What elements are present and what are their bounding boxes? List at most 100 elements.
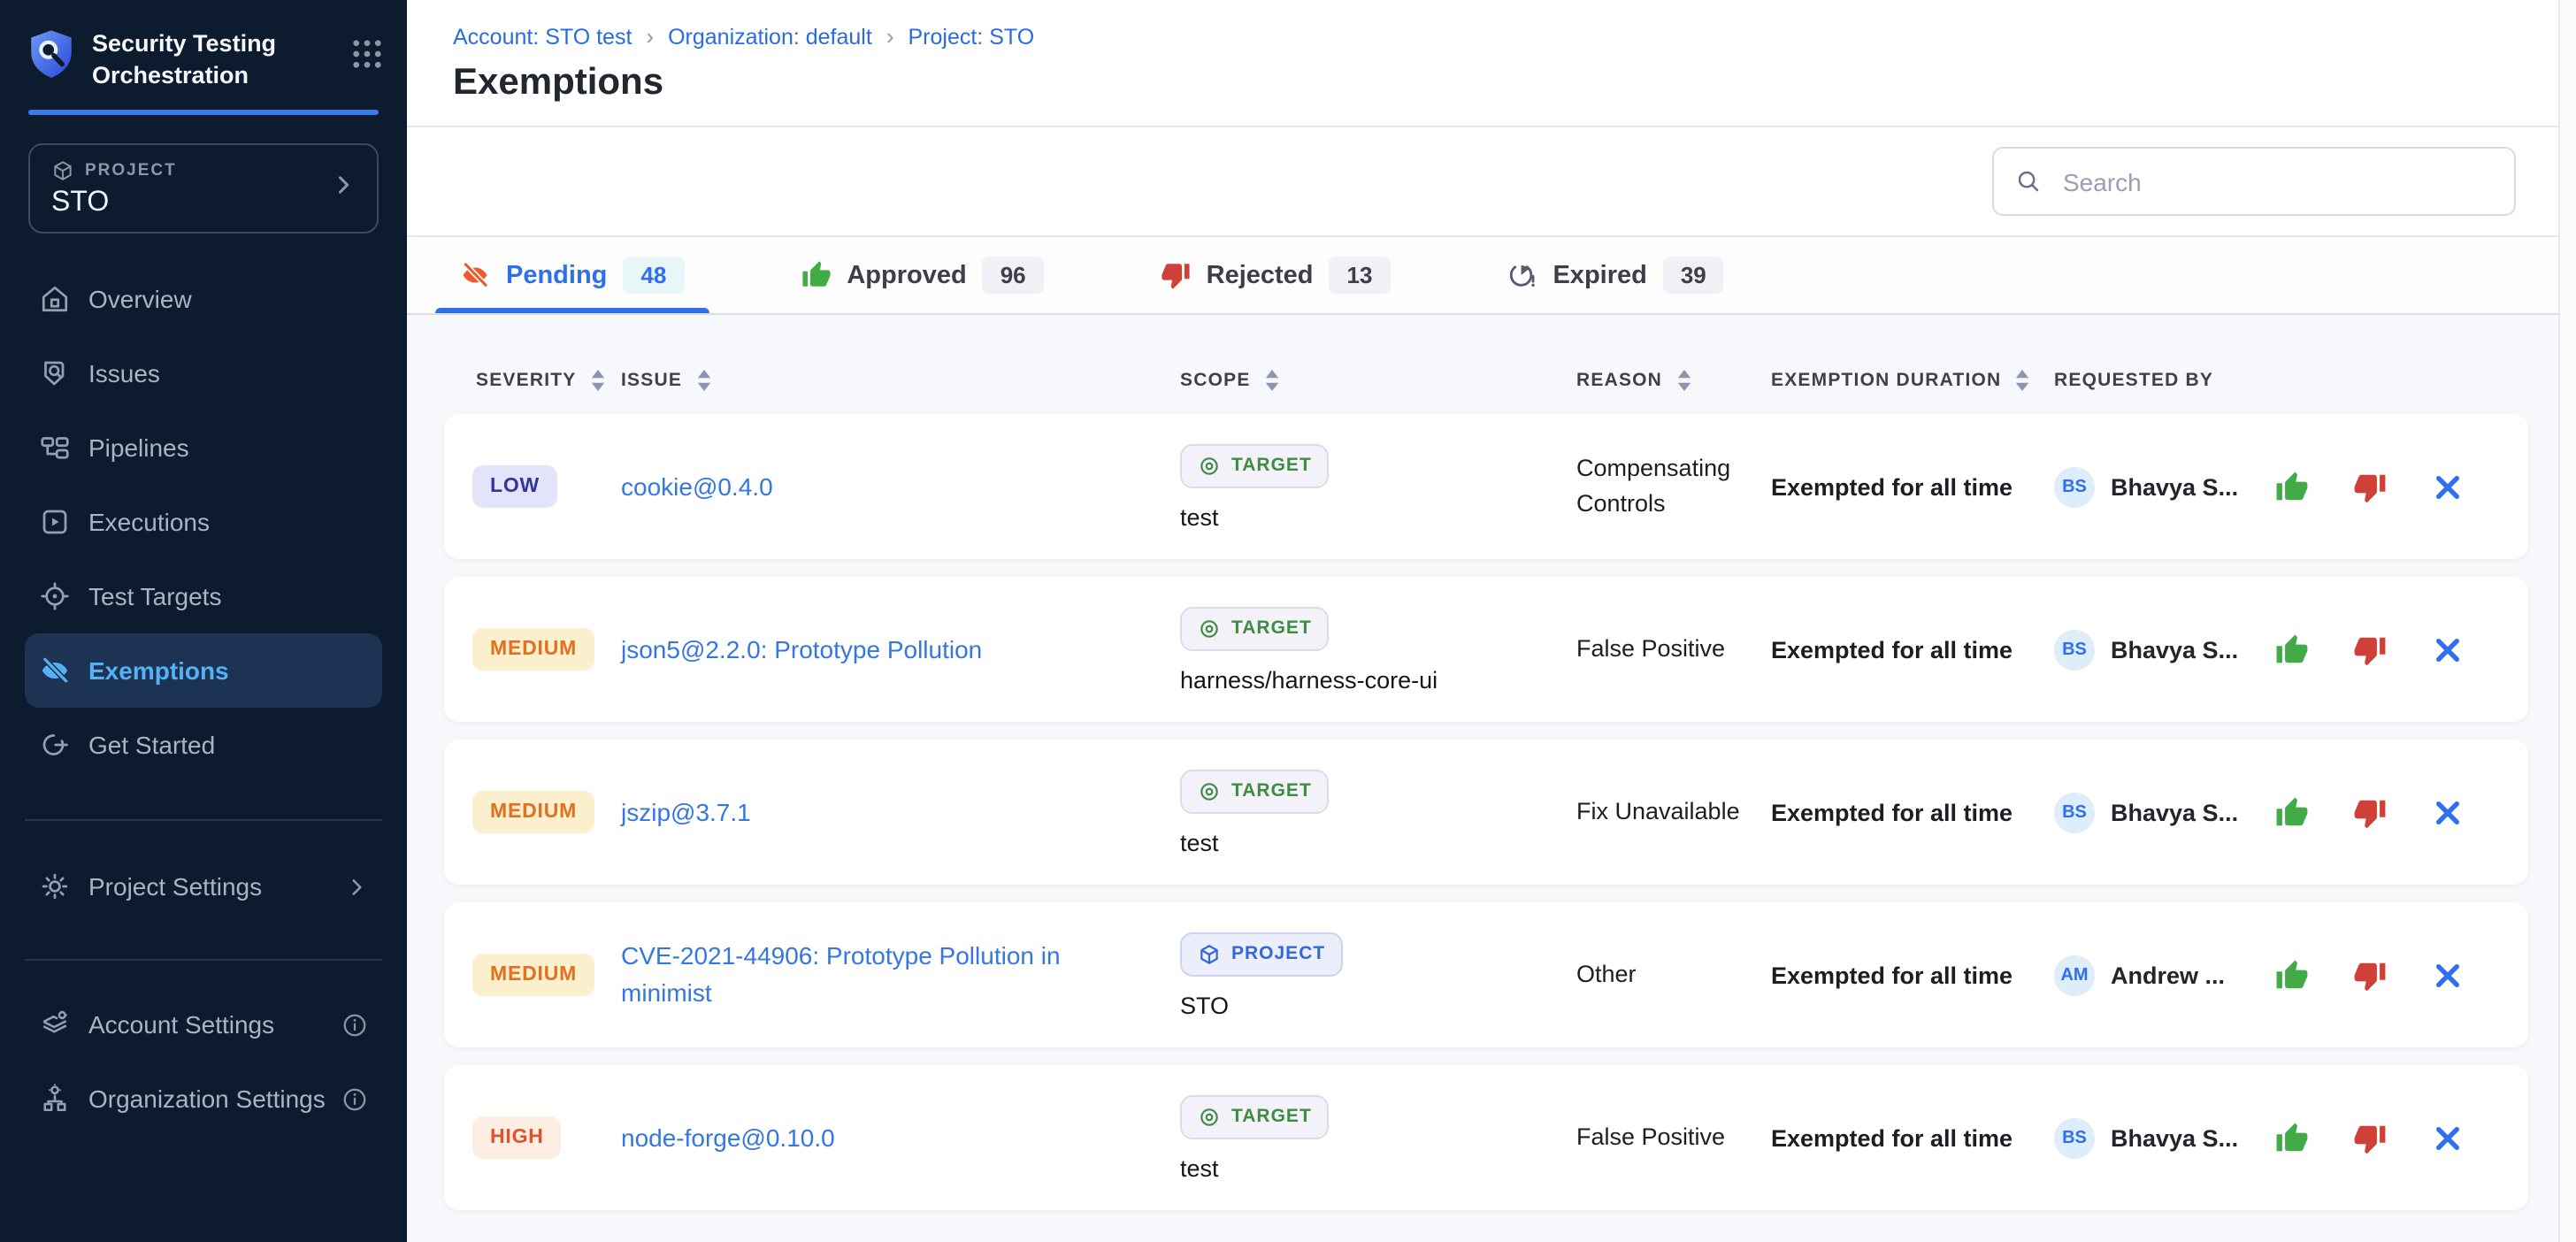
severity-badge: HIGH [472,1116,562,1159]
cancel-exemption-button[interactable] [2431,958,2465,992]
scope-name: harness/harness-core-ui [1180,666,1438,693]
thumb-down-icon [1161,260,1191,290]
issue-link[interactable]: cookie@0.4.0 [621,468,773,505]
thumb-up-icon [801,260,831,290]
close-x-icon [2431,1121,2465,1154]
avatar: BS [2054,792,2095,832]
row-actions [2275,1121,2465,1154]
reject-exemption-button[interactable] [2353,470,2387,503]
search-input[interactable] [2059,165,2493,197]
approve-exemption-button[interactable] [2275,470,2309,503]
shield-search-icon [39,357,71,389]
tab-expired[interactable]: Expired 39 [1482,237,1748,313]
sidebar-item-test-targets[interactable]: Test Targets [25,559,382,633]
duration-cell: Exempted for all time [1771,799,2054,825]
cancel-exemption-button[interactable] [2431,1121,2465,1154]
sidebar-accent-line [28,110,379,115]
tab-pending[interactable]: Pending 48 [435,237,709,313]
tab-approved[interactable]: Approved 96 [776,237,1068,313]
cancel-exemption-button[interactable] [2431,795,2465,829]
reason-cell: Fix Unavailable [1576,794,1771,829]
issue-link[interactable]: node-forge@0.10.0 [621,1119,835,1156]
sidebar-item-account-settings[interactable]: Account Settings [25,987,382,1062]
column-header-scope[interactable]: SCOPE [1180,370,1576,391]
reason-cell: Other [1576,957,1771,992]
toolbar [407,127,2576,237]
sidebar-item-exemptions[interactable]: Exemptions [25,633,382,708]
scope-name: STO [1180,992,1229,1018]
tab-count-badge: 39 [1663,257,1724,294]
close-x-icon [2431,470,2465,503]
thumb-up-icon [2275,470,2309,503]
reject-exemption-button[interactable] [2353,795,2387,829]
breadcrumb-organization-link[interactable]: Organization: default [668,24,872,49]
app-root: Security Testing Orchestration PROJECT [0,0,2576,1242]
info-icon [341,1085,368,1112]
issue-link[interactable]: json5@2.2.0: Prototype Pollution [621,631,982,668]
approve-exemption-button[interactable] [2275,1121,2309,1154]
clock-alert-icon [1506,260,1537,290]
pipeline-icon [39,432,71,464]
scope-badge: TARGET [1180,443,1330,487]
column-header-exemption-duration[interactable]: EXEMPTION DURATION [1771,370,2054,391]
approve-exemption-button[interactable] [2275,958,2309,992]
eye-slash-icon [460,260,490,290]
requester-name: Bhavya S... [2111,636,2238,663]
reject-exemption-button[interactable] [2353,632,2387,666]
home-icon [39,283,71,315]
duration-cell: Exempted for all time [1771,473,2054,500]
column-header-severity[interactable]: SEVERITY [444,370,621,391]
table-row: MEDIUM json5@2.2.0: Prototype Pollution [444,577,2528,722]
thumb-down-icon [2353,632,2387,666]
scope-type-label: TARGET [1231,617,1312,639]
scope-badge: TARGET [1180,606,1330,650]
thumb-down-icon [2353,470,2387,503]
row-actions [2275,958,2465,992]
scrollbar[interactable] [2558,0,2576,1242]
sidebar-item-organization-settings[interactable]: Organization Settings [25,1062,382,1136]
page-title: Exemptions [453,62,2576,104]
sidebar-item-overview[interactable]: Overview [25,262,382,336]
cancel-exemption-button[interactable] [2431,632,2465,666]
close-x-icon [2431,632,2465,666]
app-title: Security Testing Orchestration [92,28,301,90]
thumb-up-icon [2275,958,2309,992]
approve-exemption-button[interactable] [2275,795,2309,829]
requester-name: Bhavya S... [2111,799,2238,825]
column-header-requested-by[interactable]: REQUESTED BY [2054,370,2528,391]
issue-link[interactable]: CVE-2021-44906: Prototype Pollution in m… [621,938,1116,1012]
reason-cell: False Positive [1576,1120,1771,1154]
project-selector[interactable]: PROJECT STO [28,143,379,234]
issue-link[interactable]: jszip@3.7.1 [621,794,751,831]
scope-name: test [1180,1154,1219,1181]
table-header-row: SEVERITY ISSUE SCOPE REASON EXEMPTION DU… [444,315,2528,414]
sidebar-item-pipelines[interactable]: Pipelines [25,410,382,485]
breadcrumb-project-link[interactable]: Project: STO [908,24,1035,49]
sidebar-item-get-started[interactable]: Get Started [25,708,382,782]
reject-exemption-button[interactable] [2353,1121,2387,1154]
exemptions-table: SEVERITY ISSUE SCOPE REASON EXEMPTION DU… [407,315,2576,1242]
page-header: Account: STO test › Organization: defaul… [407,0,2576,127]
thumb-up-icon [2275,795,2309,829]
duration-cell: Exempted for all time [1771,636,2054,663]
column-header-issue[interactable]: ISSUE [621,370,1180,391]
approve-exemption-button[interactable] [2275,632,2309,666]
sidebar-item-issues[interactable]: Issues [25,336,382,410]
sidebar-item-project-settings[interactable]: Project Settings [25,849,382,924]
tab-rejected[interactable]: Rejected 13 [1136,237,1415,313]
sidebar-item-executions[interactable]: Executions [25,485,382,559]
breadcrumb-account-link[interactable]: Account: STO test [453,24,632,49]
cancel-exemption-button[interactable] [2431,470,2465,503]
scope-name: test [1180,829,1219,855]
sidebar-divider [25,819,382,821]
column-header-reason[interactable]: REASON [1576,370,1771,391]
project-selector-value: STO [51,188,356,219]
avatar: BS [2054,466,2095,507]
eye-slash-icon [39,655,71,686]
severity-badge: MEDIUM [472,954,594,996]
requester-name: Andrew ... [2111,962,2225,988]
sort-icon [590,370,604,391]
reject-exemption-button[interactable] [2353,958,2387,992]
module-grid-icon[interactable] [352,39,382,78]
chevron-separator-icon: › [646,23,654,50]
